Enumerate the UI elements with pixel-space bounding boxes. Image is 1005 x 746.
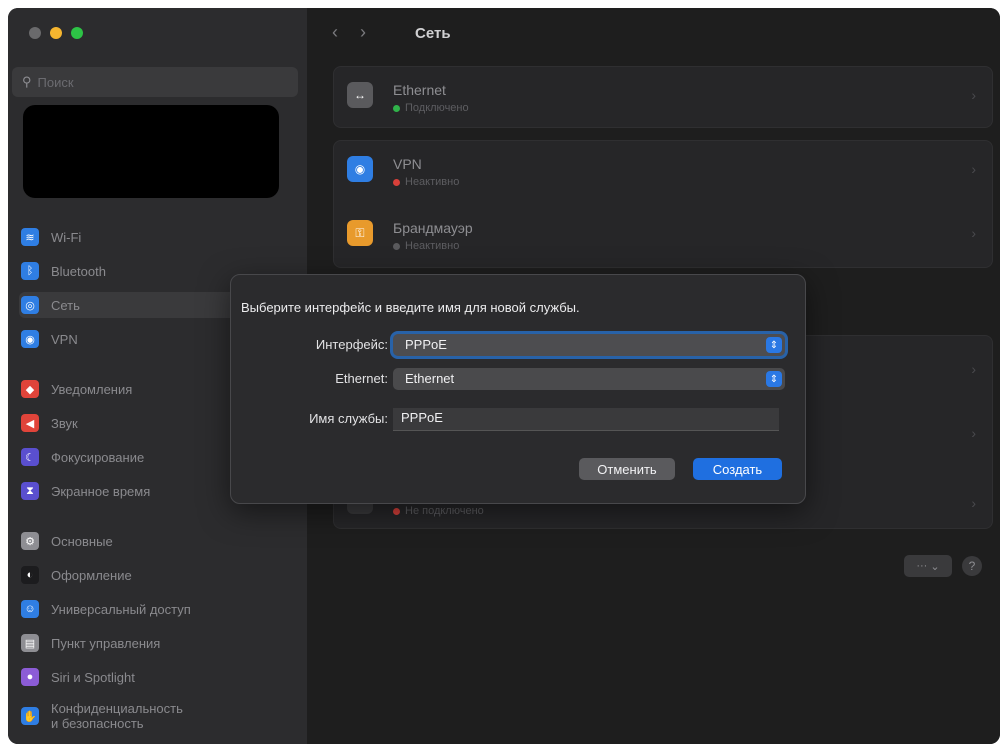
status-dot bbox=[393, 178, 400, 186]
settings-window: ⚲ Поиск ≋ Wi-Fi ᛒ Bluetooth ◎ Сеть ◉ VPN ◆ Уведом… bbox=[8, 8, 1000, 744]
chevron-updown-icon: ⇕ bbox=[766, 337, 782, 353]
search-field[interactable]: ⚲ Поиск bbox=[12, 67, 298, 97]
cancel-button[interactable]: Отменить bbox=[579, 458, 675, 480]
chevron-updown-icon: ⇕ bbox=[766, 371, 782, 387]
create-button[interactable]: Создать bbox=[693, 458, 782, 480]
vpn-globe-icon: ◉ bbox=[347, 156, 373, 182]
service-status: Неактивно bbox=[393, 176, 459, 188]
sidebar-item-label: Оформление bbox=[51, 567, 132, 583]
appearance-icon: ◐ bbox=[21, 566, 39, 584]
sidebar-item-label: Siri и Spotlight bbox=[51, 669, 135, 685]
search-icon: ⚲ bbox=[22, 74, 32, 89]
service-title: Брандмауэр bbox=[393, 220, 473, 236]
sidebar-item[interactable]: ▤ Пункт управления bbox=[19, 630, 289, 656]
sidebar-item-label: Универсальный доступ bbox=[51, 601, 191, 617]
service-status: Не подключено bbox=[393, 505, 484, 517]
close-button[interactable] bbox=[29, 27, 41, 39]
sidebar-item-label: Сеть bbox=[51, 297, 80, 313]
sidebar-item-label: Уведомления bbox=[51, 381, 133, 397]
sidebar-item-label: Фокусирование bbox=[51, 449, 145, 465]
service-row[interactable]: ↔ Ethernet Подключено › bbox=[334, 69, 992, 125]
sidebar-item[interactable]: ⚙ Основные bbox=[19, 528, 289, 554]
service-row[interactable]: ⚿ Брандмауэр Неактивно › bbox=[334, 207, 992, 263]
globe-icon: ◎ bbox=[21, 296, 39, 314]
ethernet-value: Ethernet bbox=[405, 371, 455, 386]
bottom-controls: ··· ⌄ ? bbox=[904, 555, 982, 577]
vpn-globe-icon: ◉ bbox=[21, 330, 39, 348]
chevron-right-icon: › bbox=[971, 87, 976, 103]
window-controls bbox=[29, 27, 83, 39]
accessibility-icon: ☺ bbox=[21, 600, 39, 618]
ethernet-select[interactable]: Ethernet ⇕ bbox=[393, 368, 785, 390]
search-placeholder: Поиск bbox=[37, 74, 74, 90]
service-name-input[interactable] bbox=[393, 408, 769, 427]
nav-buttons: ‹ › bbox=[332, 22, 366, 43]
service-title: VPN bbox=[393, 156, 422, 172]
sidebar-item-label: Bluetooth bbox=[51, 263, 106, 279]
hand-icon: ✋ bbox=[21, 707, 39, 725]
sidebar-item-label: Конфиденциальность и безопасность bbox=[51, 701, 183, 731]
sidebar-item-label: Экранное время bbox=[51, 483, 151, 499]
service-group-vpn: ◉ VPN Неактивно › ⚿ Брандмауэр Неактивно… bbox=[333, 140, 993, 268]
ethernet-icon: ↔ bbox=[347, 82, 373, 108]
service-group-ethernet: ↔ Ethernet Подключено › bbox=[333, 66, 993, 128]
sidebar-item-label: VPN bbox=[51, 331, 78, 347]
bluetooth-icon: ᛒ bbox=[21, 262, 39, 280]
sidebar-item[interactable]: ✋ Конфиденциальность и безопасность bbox=[19, 698, 289, 734]
sidebar-item-label: Wi-Fi bbox=[51, 229, 82, 245]
chevron-right-icon: › bbox=[971, 425, 976, 441]
more-actions-button[interactable]: ··· ⌄ bbox=[904, 555, 952, 577]
service-status: Неактивно bbox=[393, 240, 459, 252]
sidebar-item-label: Звук bbox=[51, 415, 78, 431]
speaker-icon: ◀ bbox=[21, 414, 39, 432]
zoom-button[interactable] bbox=[71, 27, 83, 39]
sidebar-item[interactable]: ≋ Wi-Fi bbox=[19, 224, 289, 250]
hourglass-icon: ⧗ bbox=[21, 482, 39, 500]
help-button[interactable]: ? bbox=[962, 556, 982, 576]
account-card[interactable] bbox=[23, 105, 279, 198]
forward-button[interactable]: › bbox=[360, 22, 366, 43]
dialog-title: Выберите интерфейс и введите имя для нов… bbox=[241, 300, 580, 315]
bell-icon: ◆ bbox=[21, 380, 39, 398]
service-status: Подключено bbox=[393, 102, 469, 114]
gear-icon: ⚙ bbox=[21, 532, 39, 550]
chevron-right-icon: › bbox=[971, 495, 976, 511]
chevron-right-icon: › bbox=[971, 161, 976, 177]
moon-icon: ☾ bbox=[21, 448, 39, 466]
ethernet-label: Ethernet: bbox=[335, 371, 388, 386]
service-name-field[interactable] bbox=[393, 408, 779, 431]
control-center-icon: ▤ bbox=[21, 634, 39, 652]
sidebar-item[interactable]: ☺ Универсальный доступ bbox=[19, 596, 289, 622]
sidebar-item-label: Основные bbox=[51, 533, 113, 549]
interface-select[interactable]: PPPoE ⇕ bbox=[393, 334, 785, 356]
service-row[interactable]: ◉ VPN Неактивно › bbox=[334, 143, 992, 199]
new-service-dialog: Выберите интерфейс и введите имя для нов… bbox=[230, 274, 806, 504]
status-dot bbox=[393, 507, 400, 515]
interface-label: Интерфейс: bbox=[315, 337, 388, 352]
siri-icon: ● bbox=[21, 668, 39, 686]
chevron-right-icon: › bbox=[971, 225, 976, 241]
sidebar-item[interactable]: ◐ Оформление bbox=[19, 562, 289, 588]
back-button[interactable]: ‹ bbox=[332, 22, 338, 43]
sidebar-item[interactable]: ● Siri и Spotlight bbox=[19, 664, 289, 690]
wifi-icon: ≋ bbox=[21, 228, 39, 246]
sidebar-item-label: Пункт управления bbox=[51, 635, 161, 651]
service-title: Ethernet bbox=[393, 82, 446, 98]
status-dot bbox=[393, 242, 400, 250]
interface-value: PPPoE bbox=[405, 337, 447, 352]
page-title: Сеть bbox=[415, 25, 451, 42]
chevron-right-icon: › bbox=[971, 361, 976, 377]
status-dot bbox=[393, 104, 400, 112]
firewall-icon: ⚿ bbox=[347, 220, 373, 246]
minimize-button[interactable] bbox=[50, 27, 62, 39]
service-name-label: Имя службы: bbox=[309, 411, 388, 426]
